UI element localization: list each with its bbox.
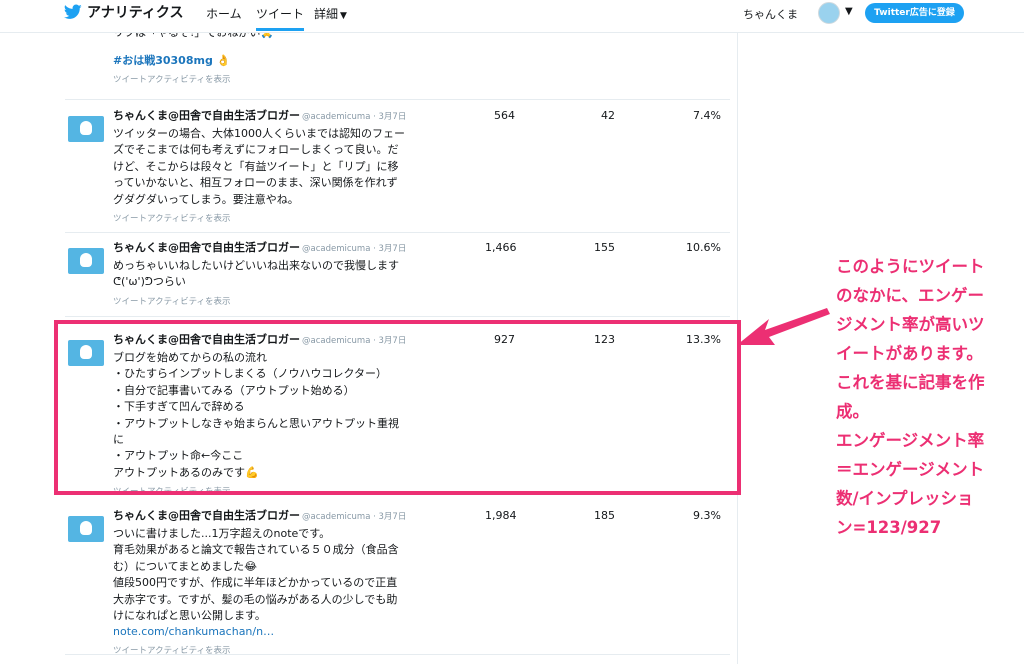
view-tweet-activity-link[interactable]: ツイートアクティビティを表示: [113, 72, 443, 88]
nav-details-label: 詳細: [314, 7, 339, 21]
impressions-value: 1,984: [485, 509, 517, 522]
engagements-value: 42: [601, 109, 615, 122]
tweet-author-name: ちゃんくま@田舎で自由生活ブロガー: [113, 109, 300, 122]
twitter-ads-signup-button[interactable]: Twitter広告に登録: [865, 3, 964, 23]
tweet-handle-date: @academicuma · 3月7日: [302, 512, 407, 522]
engagement-rate-value: 10.6%: [686, 241, 721, 254]
brand-title: アナリティクス: [87, 5, 184, 21]
tweet-handle-date: @academicuma · 3月7日: [302, 112, 407, 122]
tweet-text: ついに書けました...1万字超えのnoteです。 育毛効果があると論文で報告され…: [113, 527, 399, 623]
twitter-bird-icon: [64, 4, 82, 19]
tweet-link[interactable]: note.com/chankumachan/n…: [113, 624, 443, 640]
hashtag-link[interactable]: #おは戦30308mg 👌: [113, 53, 443, 69]
row-divider: [65, 232, 730, 233]
tweet-author-name: ちゃんくま@田舎で自由生活ブロガー: [113, 509, 300, 522]
tweet-handle-date: @academicuma · 3月7日: [302, 244, 407, 254]
tweet-text: めっちゃいいねしたいけどいいね出来ないので我慢します ᕦ('ω')ᕤつらい: [113, 259, 399, 289]
tweet-row[interactable]: ちゃんくま@田舎で自由生活ブロガー @academicuma · 3月7日 ツイッ…: [65, 108, 730, 228]
engagements-value: 155: [594, 241, 615, 254]
brand[interactable]: アナリティクス: [64, 2, 183, 22]
nav-tweets[interactable]: ツイート: [256, 5, 305, 31]
tweet-avatar: [68, 248, 104, 274]
tweet-row[interactable]: ちゃんくま@田舎で自由生活ブロガー @academicuma · 3月7日 めっち…: [65, 240, 730, 310]
row-divider: [65, 316, 730, 317]
engagements-value: 185: [594, 509, 615, 522]
impressions-value: 564: [494, 109, 515, 122]
annotation-arrow-icon: [737, 308, 830, 345]
tweet-row[interactable]: ちゃんくま@田舎で自由生活ブロガー @academicuma · 3月7日 ついに…: [65, 508, 730, 656]
annotation-text: このようにツイート のなかに、エンゲー ジメント率が高いツ イートがあります。 …: [836, 257, 985, 537]
highlight-box: [54, 320, 741, 495]
engagement-rate-value: 7.4%: [693, 109, 721, 122]
tweet-author-name: ちゃんくま@田舎で自由生活ブロガー: [113, 241, 300, 254]
tweet-text: ツイッターの場合、大体1000人くらいまでは認知のフェー ズでそこまでは何も考え…: [113, 127, 405, 206]
view-tweet-activity-link[interactable]: ツイートアクティビティを表示: [113, 294, 443, 310]
chevron-down-icon[interactable]: ▼: [845, 6, 853, 17]
nav-details[interactable]: 詳細 ▼: [314, 5, 347, 22]
tweet-avatar: [68, 516, 104, 542]
tweet-avatar: [68, 116, 104, 142]
view-tweet-activity-link[interactable]: ツイートアクティビティを表示: [113, 643, 443, 659]
user-name[interactable]: ちゃんくま: [743, 6, 798, 22]
row-divider: [65, 654, 730, 655]
view-tweet-activity-link[interactable]: ツイートアクティビティを表示: [113, 211, 443, 227]
engagement-rate-value: 9.3%: [693, 509, 721, 522]
tweet-row-partial: リフは「やるぞ!」でおねがい🙏 #おは戦30308mg 👌 ツイートアクティビテ…: [65, 24, 730, 94]
chevron-down-icon: ▼: [340, 11, 347, 21]
avatar[interactable]: [818, 2, 840, 24]
nav-home[interactable]: ホーム: [206, 5, 242, 22]
row-divider: [65, 99, 730, 100]
impressions-value: 1,466: [485, 241, 517, 254]
top-navigation: アナリティクス ホーム ツイート 詳細 ▼ ちゃんくま ▼ Twitter広告に登…: [0, 0, 1024, 33]
